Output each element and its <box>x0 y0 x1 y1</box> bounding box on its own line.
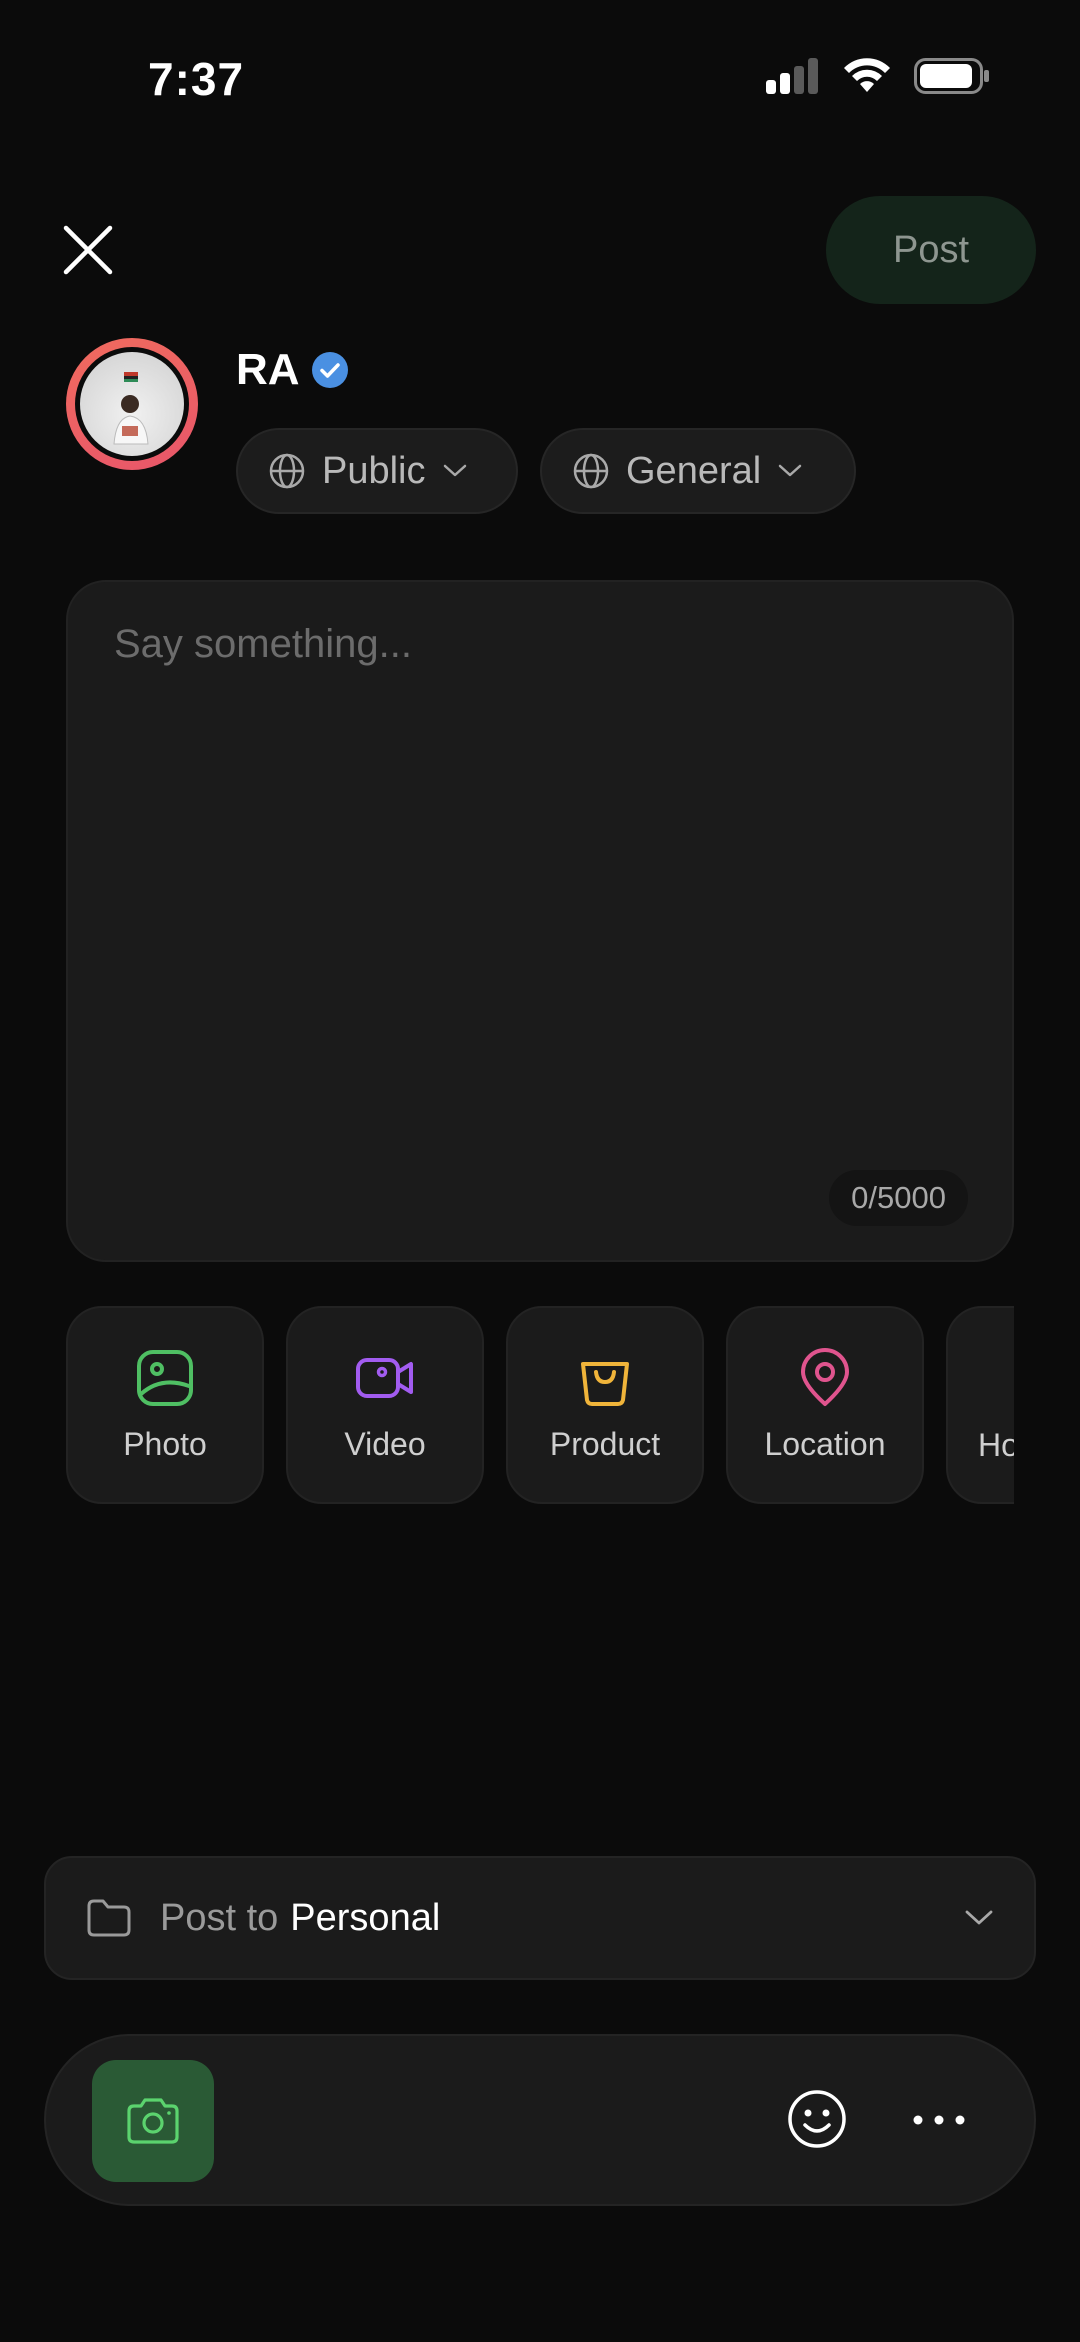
compose-box: 0/5000 <box>66 580 1014 1262</box>
attach-more-label: Ho <box>978 1427 1014 1463</box>
chevron-down-icon <box>965 1910 993 1925</box>
attach-video-button[interactable]: Video <box>286 1306 484 1504</box>
visibility-label: Public <box>322 449 426 492</box>
avatar[interactable] <box>66 338 198 470</box>
chevron-down-icon <box>443 464 466 477</box>
profile-name-row: RA <box>236 345 350 395</box>
camera-button[interactable] <box>92 2060 214 2182</box>
chevron-down-icon <box>778 464 802 477</box>
post-button[interactable]: Post <box>826 196 1036 304</box>
attach-product-label: Product <box>549 1425 661 1462</box>
post-to-selector[interactable]: Post to Personal <box>44 1856 1036 1980</box>
compose-input[interactable] <box>114 622 964 1142</box>
wifi-icon <box>844 58 890 92</box>
post-to-target: Personal <box>290 1896 441 1939</box>
attach-product-button[interactable]: Product <box>506 1306 704 1504</box>
attach-location-label: Location <box>764 1425 886 1462</box>
verified-badge-icon <box>311 352 348 388</box>
globe-icon <box>269 453 305 489</box>
attachment-options: Photo Video Product Location Ho <box>66 1306 1014 1504</box>
bottom-toolbar <box>44 2034 1036 2206</box>
status-icons <box>766 58 990 94</box>
attach-location-button[interactable]: Location <box>726 1306 924 1504</box>
close-icon[interactable] <box>60 222 116 278</box>
visibility-dropdown[interactable]: Public <box>236 428 518 514</box>
signal-icon <box>766 58 818 94</box>
shopping-bag-icon <box>581 1361 629 1406</box>
profile-name: RA <box>236 345 300 394</box>
folder-icon <box>87 1899 131 1937</box>
video-camera-icon <box>356 1357 413 1398</box>
create-post-screen: 7:37 Post RA Public General Say somethin… <box>0 0 1080 2342</box>
map-pin-icon <box>801 1347 849 1406</box>
image-icon <box>137 1349 193 1406</box>
attach-more-button[interactable]: Ho <box>946 1306 1014 1504</box>
attach-photo-label: Photo <box>123 1425 207 1462</box>
status-time: 7:37 <box>148 53 245 105</box>
globe-icon <box>573 453 609 489</box>
category-label: General <box>626 449 762 492</box>
attach-video-label: Video <box>344 1425 426 1462</box>
more-horizontal-icon[interactable] <box>908 2102 970 2138</box>
attach-photo-button[interactable]: Photo <box>66 1306 264 1504</box>
character-counter: 0/5000 <box>829 1170 968 1226</box>
camera-icon <box>127 2098 179 2144</box>
battery-icon <box>914 58 989 94</box>
avatar-image <box>80 352 184 456</box>
category-dropdown[interactable]: General <box>540 428 856 514</box>
smiley-icon[interactable] <box>786 2088 848 2150</box>
post-to-prefix: Post to <box>160 1896 279 1939</box>
